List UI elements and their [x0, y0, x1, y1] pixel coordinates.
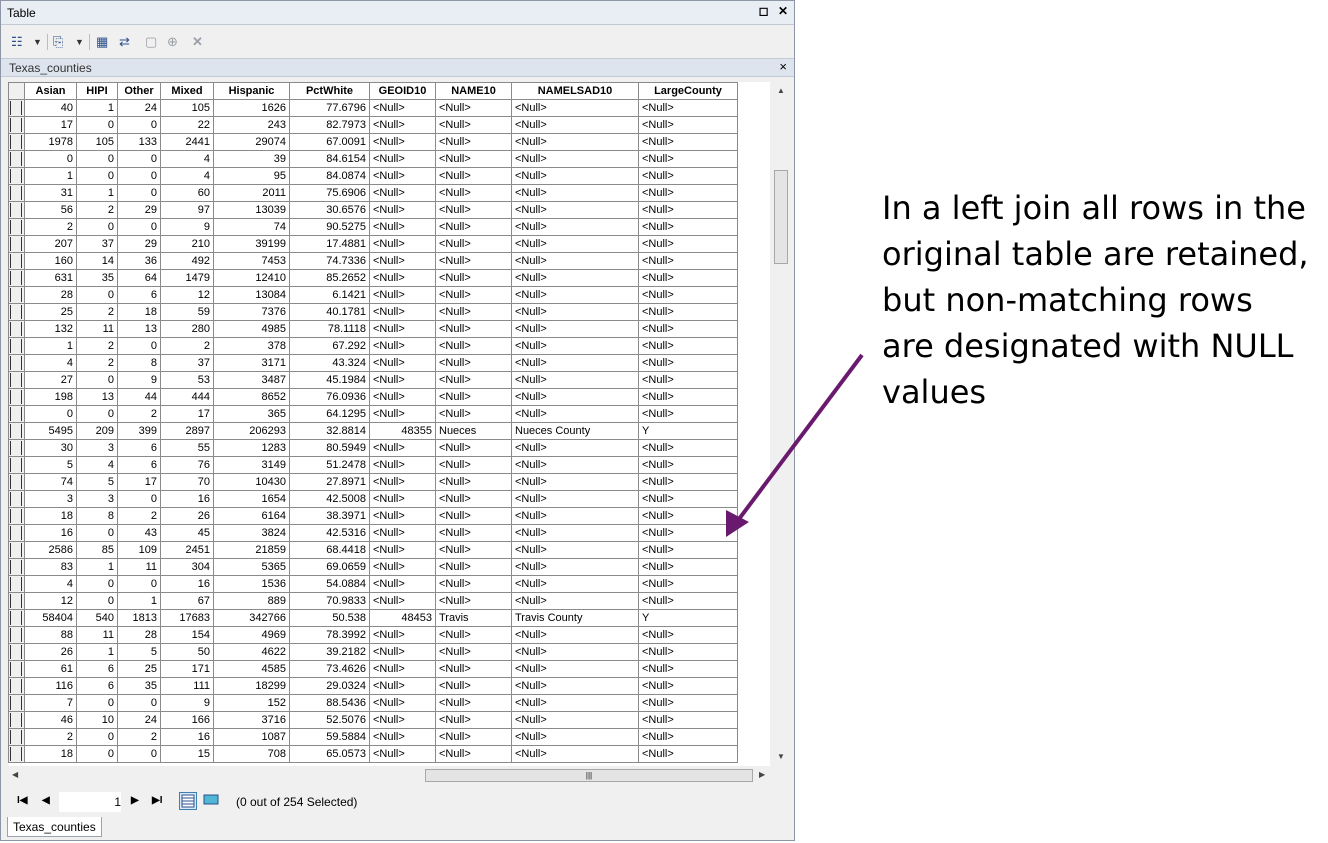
- annotation-arrow: [726, 353, 864, 537]
- arrow-shaft: [731, 353, 864, 529]
- arrow-head: [726, 510, 749, 537]
